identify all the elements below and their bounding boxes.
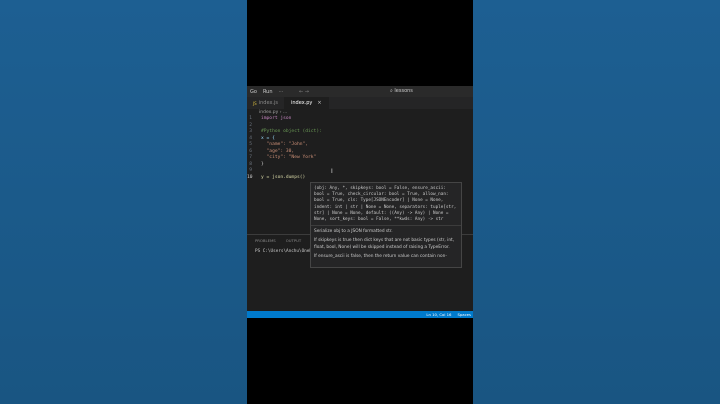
tab-label: index.py xyxy=(290,100,313,106)
editor-tabs: JS index.js index.py × xyxy=(247,97,473,109)
doc-paragraph: If ensure_ascii is false, then the retur… xyxy=(314,253,447,259)
doc-paragraph: If skipkeys is true then dict keys that … xyxy=(314,238,455,250)
function-signature: (obj: Any, *, skipkeys: bool = False, en… xyxy=(311,183,461,227)
menu-more-icon[interactable]: ··· xyxy=(276,89,287,95)
tab-problems[interactable]: PROBLEMS xyxy=(255,238,276,244)
code-text: "city": "New York" xyxy=(261,155,317,160)
mouse-cursor-icon: Ⅰ xyxy=(331,168,333,175)
menu-go[interactable]: Go xyxy=(247,89,260,95)
indentation-setting[interactable]: Spaces xyxy=(457,312,471,317)
tab-index-py[interactable]: index.py × xyxy=(284,97,329,109)
nav-arrows-icon[interactable]: ← → xyxy=(299,89,309,95)
command-center-search[interactable]: ⌕ lessons xyxy=(390,88,413,94)
tab-output[interactable]: OUTPUT xyxy=(286,238,301,244)
code-text: } xyxy=(261,161,264,167)
tab-label: index.js xyxy=(258,100,278,106)
code-editor[interactable]: 1 import json 2 3 #Python object (dict): 4… xyxy=(247,116,473,181)
javascript-file-icon: JS xyxy=(253,100,257,106)
breadcrumb[interactable]: index.py › ... xyxy=(259,110,287,115)
menu-run[interactable]: Run xyxy=(260,89,276,95)
code-line-active: 10 y = json.dumps() xyxy=(247,175,473,182)
status-bar: Ln 10, Col 16 Spaces xyxy=(247,311,473,318)
cursor-position[interactable]: Ln 10, Col 16 xyxy=(426,312,451,317)
function-docs: Serialize obj to a JSON formatted str. I… xyxy=(311,226,461,266)
title-bar: Go Run ··· ← → ⌕ lessons xyxy=(247,86,473,97)
video-frame: Go Run ··· ← → ⌕ lessons JS index.js ind… xyxy=(247,0,473,404)
tab-index-js[interactable]: JS index.js xyxy=(247,97,285,109)
close-icon[interactable]: × xyxy=(317,100,321,106)
doc-paragraph: Serialize obj to a JSON formatted str. xyxy=(314,229,393,235)
background-left xyxy=(0,0,247,404)
signature-help-tooltip: (obj: Any, *, skipkeys: bool = False, en… xyxy=(310,182,462,268)
background-right xyxy=(473,0,720,404)
code-text: y = json.dumps() xyxy=(261,174,306,180)
code-text: import json xyxy=(261,116,292,121)
line-number: 10 xyxy=(247,174,253,180)
